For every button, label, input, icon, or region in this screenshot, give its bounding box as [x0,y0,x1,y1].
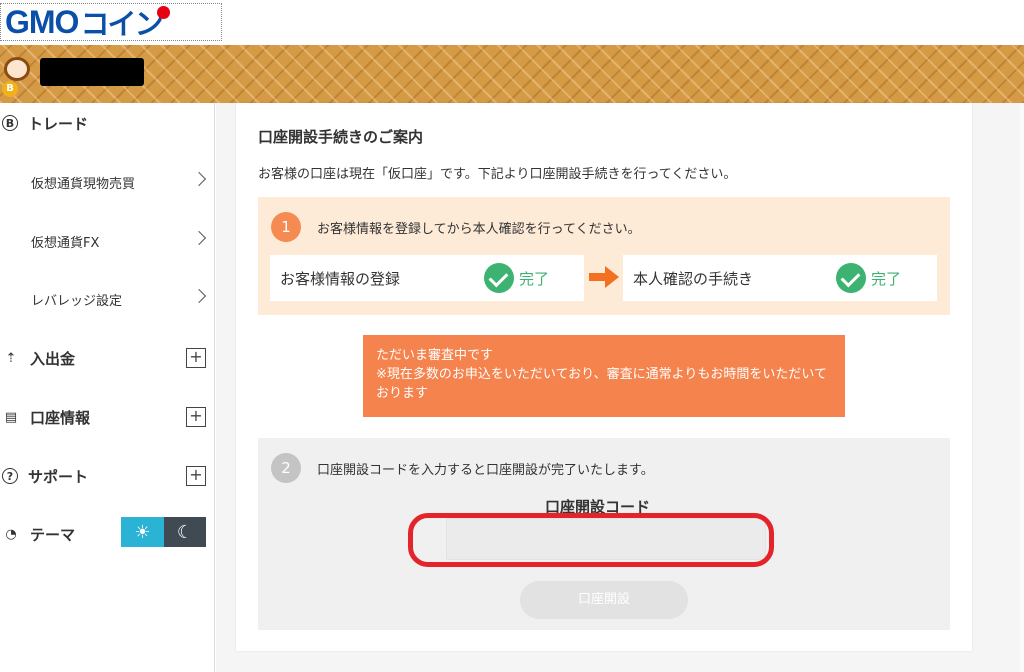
sidebar-section-label: テーマ [30,525,76,544]
logo-coin-text: コイン [80,7,163,41]
expand-plus-icon[interactable]: + [186,466,206,486]
theme-dark-button[interactable]: ☾ [164,517,206,547]
sidebar-item-label: レバレッジ設定 [31,293,123,309]
sidebar-item-spot-trading[interactable]: 仮想通貨現物売買 [0,162,215,202]
chevron-right-icon [191,171,207,187]
notice-line-1: ただいま審査中です [376,348,494,363]
chevron-right-icon [191,288,207,304]
check-circle-icon [484,263,514,293]
page-title: 口座開設手続きのご案内 [258,128,424,146]
sidebar-item-label: 仮想通貨FX [31,235,100,251]
identity-status: 完了 [871,270,902,288]
sidebar-section-support[interactable]: ? サポート + [0,456,215,496]
step1-text: お客様情報を登録してから本人確認を行ってください。 [317,222,641,237]
sidebar-item-crypto-fx[interactable]: 仮想通貨FX [0,221,215,261]
header-banner: B [0,45,1024,103]
sidebar-item-leverage-settings[interactable]: レバレッジ設定 [0,279,215,319]
theme-light-button[interactable]: ☀ [121,517,164,547]
customer-info-status: 完了 [519,270,550,288]
review-notice: ただいま審査中です ※現在多数のお申込をいただいており、審査に通常よりもお時間を… [363,335,845,417]
palette-icon: ◔ [5,526,17,542]
step1-number: 1 [271,212,301,242]
moon-icon: ☾ [176,521,194,543]
arrow-right-icon [589,266,619,288]
step2-text: 口座開設コードを入力すると口座開設が完了いたします。 [317,463,654,478]
check-circle-icon [836,263,866,293]
account-card-icon: ▤ [4,409,18,425]
sidebar: B トレード 仮想通貨現物売買 仮想通貨FX レバレッジ設定 ⇡ 入出金 + ▤… [0,103,215,672]
sidebar-section-label: 口座情報 [30,408,91,427]
bitcoin-icon: B [2,115,18,131]
open-account-button[interactable]: 口座開設 [520,581,688,619]
page-description: お客様の口座は現在「仮口座」です。下記より口座開設手続きを行ってください。 [258,167,737,182]
step2-number: 2 [271,453,301,483]
sidebar-item-label: 仮想通貨現物売買 [31,176,136,192]
theme-toggle: ☀ ☾ [121,517,206,547]
logo-gmo-text: GMO [5,3,79,40]
expand-plus-icon[interactable]: + [186,407,206,427]
identity-label: 本人確認の手続き [633,270,754,288]
bitcoin-badge-icon: B [2,81,18,97]
chevron-right-icon [191,230,207,246]
scrollbar[interactable] [1020,103,1024,672]
sidebar-section-account[interactable]: ▤ 口座情報 + [0,397,215,437]
sidebar-section-deposit[interactable]: ⇡ 入出金 + [0,338,215,378]
avatar[interactable]: B [2,53,32,97]
sidebar-section-label: トレード [28,114,89,133]
avatar-face-icon [4,57,30,81]
username-redacted [40,58,144,86]
customer-info-label: お客様情報の登録 [280,270,401,288]
sidebar-section-label: 入出金 [30,349,76,368]
highlight-annotation [408,513,774,567]
gmo-coin-logo[interactable]: GMO コイン [0,3,222,41]
sidebar-section-trade[interactable]: B トレード [0,103,215,143]
logo-red-dot [157,5,171,19]
sun-icon: ☀ [134,521,151,543]
sidebar-section-label: サポート [28,467,89,486]
notice-line-2: ※現在多数のお申込をいただいており、審査に通常よりもお時間をいただいております [376,367,827,401]
question-icon: ? [2,468,18,484]
deposit-withdraw-icon: ⇡ [5,350,17,366]
logo-bar: GMO コイン [0,0,1024,45]
expand-plus-icon[interactable]: + [186,348,206,368]
